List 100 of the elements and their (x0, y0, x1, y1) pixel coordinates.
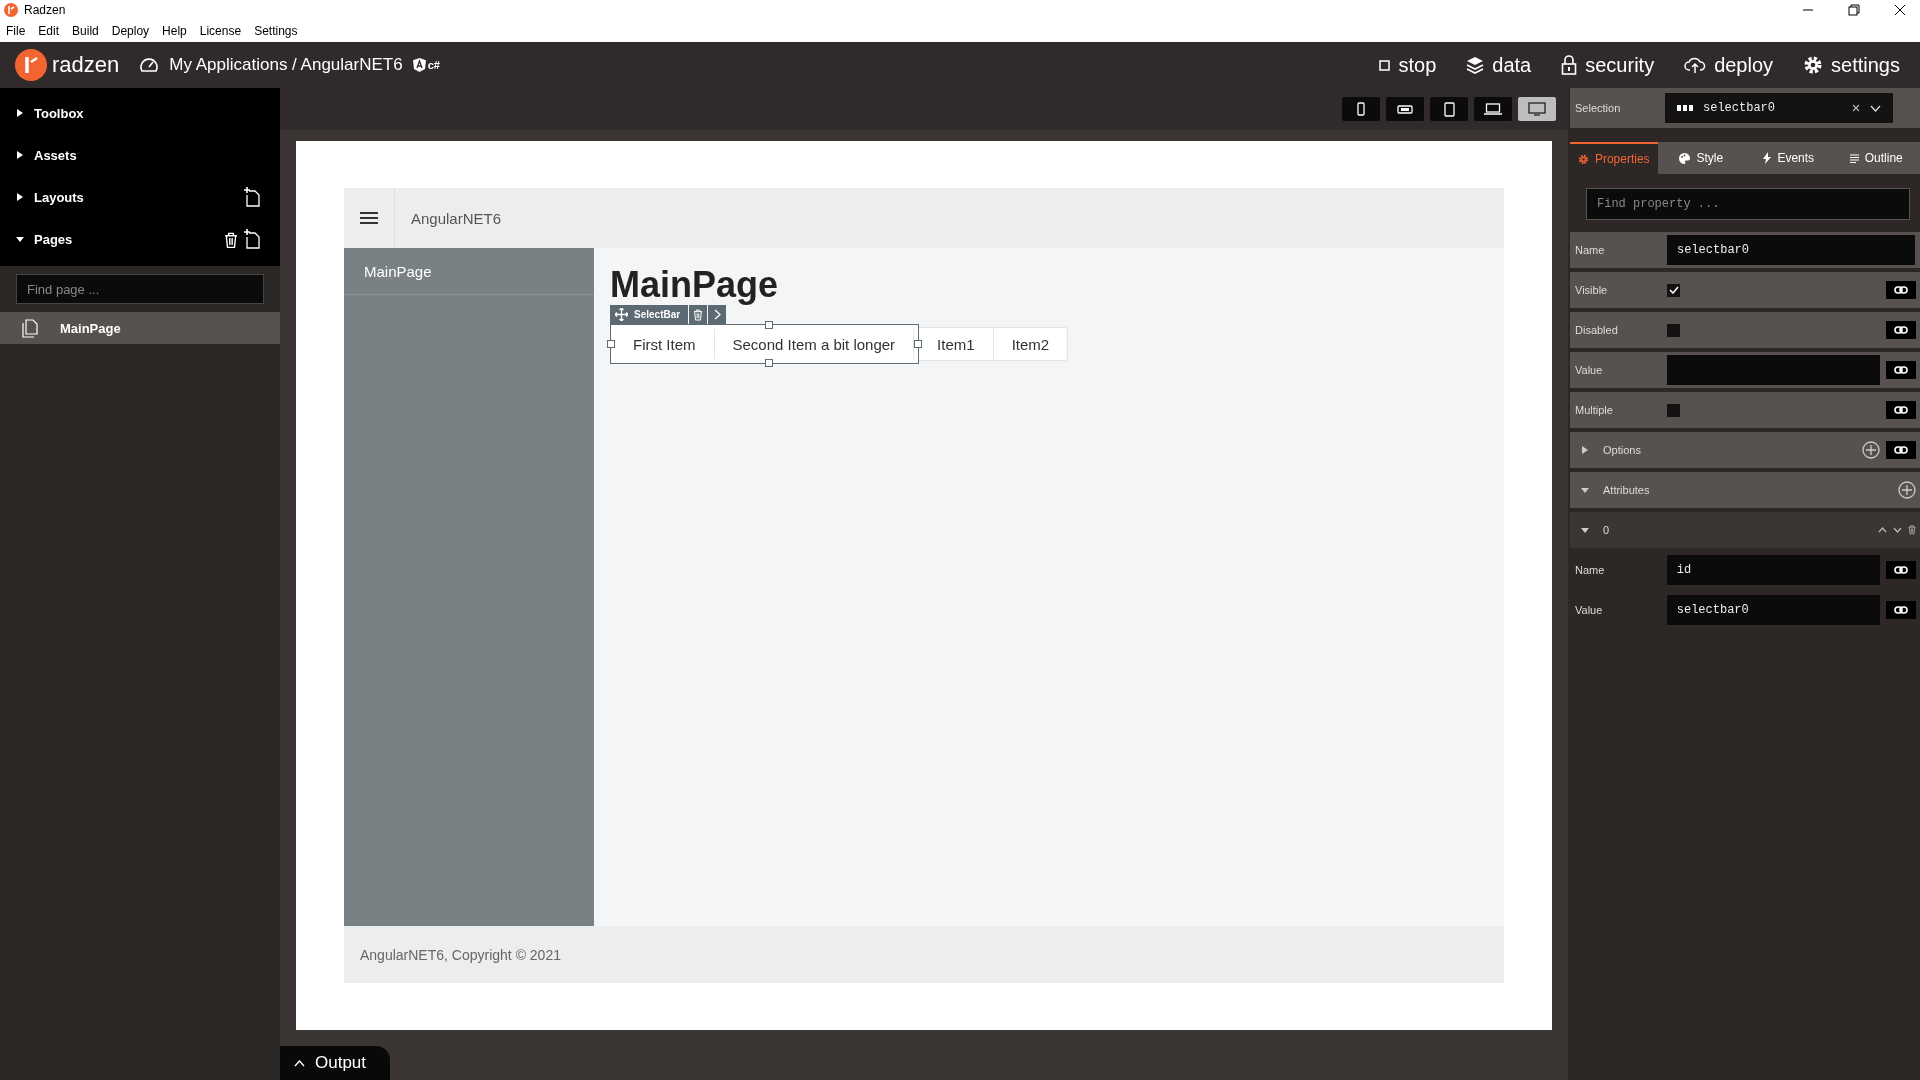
chain-icon (1894, 326, 1908, 334)
monitor-icon (1528, 102, 1546, 116)
shield-icon (412, 58, 426, 72)
toolbar-button[interactable]: deploy (1684, 53, 1774, 77)
panel-tab[interactable]: Style (1657, 142, 1745, 174)
panel-tab[interactable]: Outline (1832, 142, 1920, 174)
move-up-icon[interactable] (1878, 527, 1887, 533)
chevron-right-icon (713, 309, 721, 320)
menu-item[interactable]: Settings (254, 24, 298, 38)
text-field[interactable]: selectbar0 (1667, 235, 1915, 265)
layers-icon (1466, 56, 1485, 74)
breadcrumb[interactable]: My Applications / AngularNET6 (169, 55, 403, 75)
page-item[interactable]: MainPage (0, 312, 280, 344)
component-tag[interactable]: SelectBar (610, 305, 689, 324)
cloud-upload-icon (1684, 56, 1707, 74)
binding-button[interactable] (1886, 561, 1916, 579)
caret-right-icon (16, 151, 24, 159)
settings-icon (1803, 55, 1824, 75)
output-tab[interactable]: Output (280, 1046, 390, 1080)
toolbar-button[interactable]: security (1561, 53, 1655, 77)
checkbox[interactable] (1667, 323, 1680, 337)
lock-icon (1561, 55, 1578, 75)
menu-icon[interactable] (360, 211, 378, 225)
menu-item[interactable]: License (199, 24, 242, 38)
new-page-icon[interactable] (244, 229, 260, 249)
checkbox[interactable] (1667, 403, 1680, 417)
caret-right-icon (16, 109, 24, 117)
menu-item[interactable]: Build (72, 24, 99, 38)
toolbar-button[interactable]: data (1466, 53, 1532, 77)
field-label: Visible (1575, 284, 1609, 296)
next-button[interactable] (708, 305, 727, 324)
menu-item[interactable]: Deploy (111, 24, 150, 38)
logo-text: radzen (52, 52, 120, 78)
group-header[interactable]: Options (1575, 444, 1641, 456)
chevron-down-icon[interactable] (1870, 104, 1881, 112)
resize-handle[interactable] (764, 359, 773, 367)
clear-icon[interactable] (1852, 104, 1860, 112)
section-header[interactable]: Assets (16, 147, 77, 163)
search-field[interactable]: Find property ... (1586, 188, 1910, 220)
resize-handle[interactable] (607, 340, 615, 348)
component-icon (1677, 105, 1693, 111)
add-icon[interactable] (1898, 481, 1916, 499)
caret-down-icon (1581, 526, 1589, 534)
binding-button[interactable] (1886, 361, 1916, 379)
menu-item[interactable]: File (6, 24, 26, 38)
select-bar-item[interactable]: Item1 (919, 328, 994, 360)
text-field[interactable]: id (1666, 555, 1881, 585)
menu-item[interactable]: Edit (38, 24, 60, 38)
chain-icon (1894, 606, 1909, 614)
selection-dropdown[interactable]: selectbar0 (1665, 93, 1893, 123)
add-icon[interactable] (1862, 441, 1880, 459)
toolbar-button[interactable]: stop (1379, 53, 1437, 77)
binding-button[interactable] (1886, 441, 1916, 459)
footer-text: AngularNET6, Copyright © 2021 (360, 946, 561, 963)
chain-icon (1894, 366, 1909, 374)
nav-item[interactable]: MainPage (344, 248, 594, 295)
binding-button[interactable] (1886, 401, 1916, 419)
field-label: Multiple (1575, 404, 1614, 416)
field-label: Disabled (1575, 324, 1619, 336)
palette-icon (1679, 152, 1691, 164)
device-button[interactable] (1342, 97, 1380, 121)
section-header[interactable]: Toolbox (16, 105, 84, 121)
device-button[interactable] (1430, 97, 1468, 121)
group-header[interactable]: 0 (1575, 524, 1610, 536)
section-header[interactable]: Pages (16, 231, 73, 247)
text-field[interactable] (1666, 355, 1881, 385)
resize-handle[interactable] (914, 340, 923, 348)
restore-icon[interactable] (1848, 4, 1860, 16)
close-icon[interactable] (1894, 4, 1906, 16)
resize-handle[interactable] (764, 321, 773, 329)
device-button[interactable] (1386, 97, 1424, 121)
menu-item[interactable]: Help (162, 24, 187, 38)
field-label: Value (1575, 364, 1604, 376)
field-label: Selection (1575, 102, 1622, 114)
caret-down-icon (1581, 486, 1589, 494)
search-field[interactable]: Find page ... (16, 274, 264, 304)
device-button[interactable] (1474, 97, 1512, 121)
field-label: Name (1575, 564, 1606, 576)
binding-button[interactable] (1886, 321, 1916, 339)
text-field[interactable]: selectbar0 (1666, 595, 1881, 625)
toolbar-button[interactable]: settings (1803, 53, 1900, 77)
caret-down-icon (16, 235, 24, 243)
caret-right-icon (1581, 446, 1589, 454)
panel-tab[interactable]: Events (1745, 142, 1833, 174)
window-title: Radzen (24, 3, 66, 17)
caret-right-icon (16, 193, 24, 201)
new-page-icon[interactable] (244, 187, 260, 207)
binding-button[interactable] (1886, 601, 1916, 619)
dashboard-icon[interactable] (139, 56, 160, 74)
delete-button[interactable] (689, 305, 708, 324)
binding-button[interactable] (1886, 281, 1916, 299)
chain-icon (1894, 406, 1908, 414)
checkbox[interactable] (1667, 283, 1680, 297)
select-bar-item[interactable]: Item2 (993, 328, 1068, 360)
laptop-icon (1484, 103, 1502, 115)
section-header[interactable]: Layouts (16, 189, 84, 205)
panel-tab[interactable]: Properties (1570, 142, 1658, 174)
bolt-icon (1763, 152, 1772, 164)
group-header[interactable]: Attributes (1575, 484, 1650, 496)
move-down-icon[interactable] (1893, 527, 1902, 533)
